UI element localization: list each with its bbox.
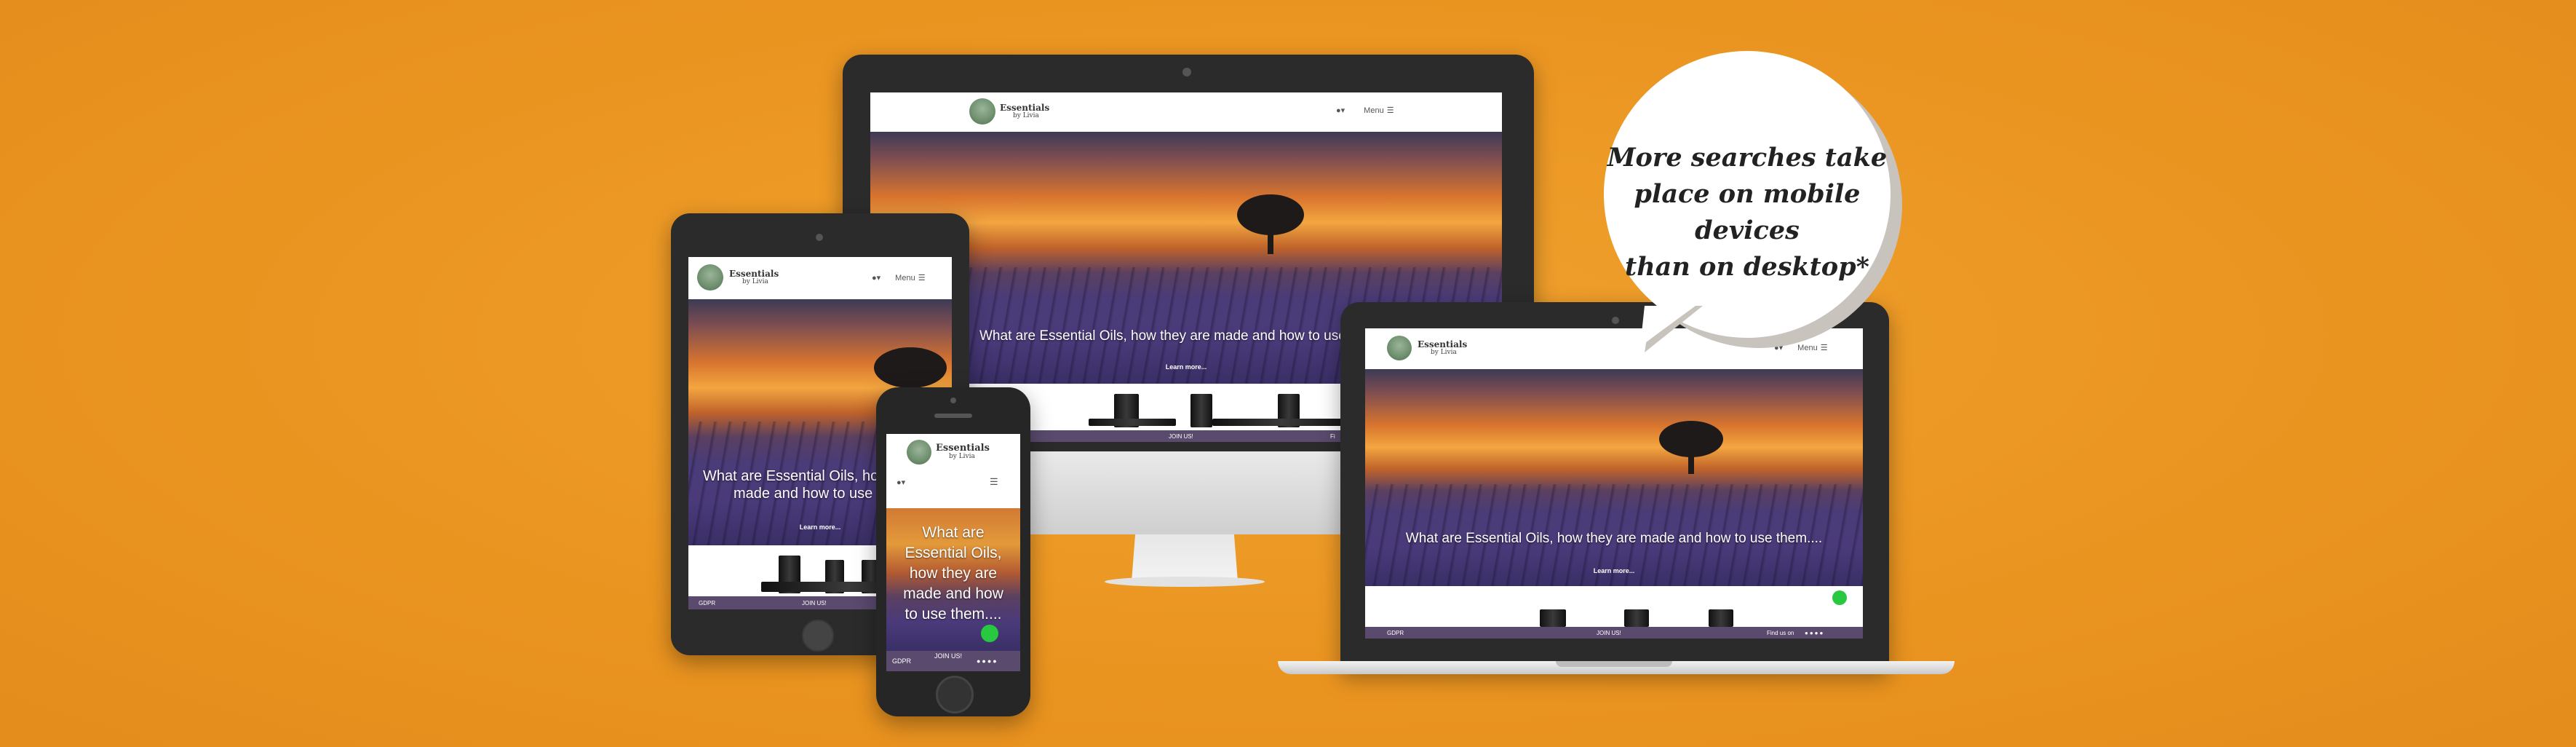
logo-tree-icon (907, 440, 931, 465)
phone-screen: Essentials by Livia ●▾ ☰ What are Essent… (886, 434, 1020, 671)
footer-gdpr[interactable]: GDPR (1387, 630, 1404, 636)
hero-banner: What are Essential Oils, how they are ma… (886, 508, 1020, 651)
hamburger-icon[interactable]: ☰ (918, 273, 926, 282)
hero-heading: What are Essential Oils, how they are ma… (1405, 531, 1823, 546)
speaker (934, 414, 972, 418)
user-icon[interactable]: ●▾ (872, 273, 880, 282)
footer-gdpr[interactable]: GDPR (699, 600, 715, 606)
site-footer: GDPR JOIN US! ●●●● (886, 651, 1020, 671)
header-controls: ●▾ Menu ☰ (1336, 106, 1394, 116)
logo-tree-icon (969, 98, 995, 125)
header-controls: ●▾ Menu ☰ (872, 273, 926, 283)
menu-control[interactable]: ☰ (990, 476, 998, 488)
hero-banner: What are Essential Oils, how they are ma… (1365, 369, 1863, 586)
hamburger-icon[interactable]: ☰ (990, 476, 998, 488)
footer-gdpr[interactable]: GDPR (892, 657, 911, 665)
monitor-base (1105, 577, 1265, 587)
hamburger-icon[interactable]: ☰ (1387, 106, 1394, 115)
whatsapp-icon[interactable] (981, 625, 998, 642)
brand-name: Essentials (729, 268, 779, 279)
callout-tail (1640, 306, 1703, 352)
site-logo[interactable]: Essentials by Livia (969, 98, 1049, 125)
home-button-icon[interactable] (936, 676, 974, 714)
site-logo[interactable]: Essentials by Livia (907, 440, 990, 465)
learn-more-link[interactable]: Learn more... (1594, 567, 1635, 574)
brand-sub: by Livia (949, 453, 975, 461)
social-icons[interactable]: ●●●● (1805, 630, 1824, 636)
callout-text: More searches take place on mobile devic… (1604, 140, 1891, 285)
callout-line1: More searches take (1607, 143, 1888, 173)
hero-heading: What are Essential Oils, how they are ma… (903, 524, 1003, 622)
camera-icon (1612, 317, 1619, 324)
laptop-screen: Essentials by Livia ●▾ Menu ☰ What are E… (1365, 328, 1863, 639)
footer-join[interactable]: JOIN US! (1169, 433, 1193, 440)
tree-icon (1659, 421, 1723, 474)
camera-icon (1182, 68, 1191, 76)
user-icon[interactable]: ●▾ (897, 478, 905, 487)
camera-icon (950, 398, 956, 403)
menu-label[interactable]: Menu (895, 274, 915, 282)
callout-line2: place on mobile devices (1634, 179, 1861, 245)
product-strip (1365, 586, 1863, 627)
brand-sub: by Livia (1431, 348, 1457, 356)
whatsapp-icon[interactable] (1832, 590, 1847, 605)
footer-join[interactable]: JOIN US! (1597, 630, 1621, 636)
site-header: Essentials by Livia ●▾ ☰ (886, 434, 1020, 509)
hamburger-icon[interactable]: ☰ (1821, 343, 1828, 352)
footer-find: Find us on (1767, 629, 1794, 636)
social-icons[interactable]: ●●●● (977, 657, 998, 665)
site-header: Essentials by Livia ●▾ Menu ☰ (1365, 328, 1863, 370)
header-controls: ●▾ Menu ☰ (1774, 343, 1828, 353)
brand-name: Essentials (1000, 102, 1050, 113)
footer-join[interactable]: JOIN US! (934, 652, 962, 660)
laptop-notch (1556, 661, 1672, 667)
tree-icon (1237, 194, 1304, 254)
site-logo[interactable]: Essentials by Livia (1387, 336, 1467, 360)
learn-more-link[interactable]: Learn more... (1166, 363, 1207, 371)
site-header: Essentials by Livia ●▾ Menu ☰ (870, 92, 1502, 133)
site-header: Essentials by Livia ●▾ Menu ☰ (688, 257, 952, 300)
menu-label[interactable]: Menu (1364, 106, 1384, 115)
learn-more-link[interactable]: Learn more... (800, 523, 841, 531)
brand-name: Essentials (1418, 339, 1468, 349)
home-button-icon[interactable] (802, 620, 834, 652)
user-icon[interactable]: ●▾ (1774, 343, 1783, 352)
brand-sub: by Livia (1013, 111, 1039, 119)
laptop: Essentials by Livia ●▾ Menu ☰ What are E… (1340, 302, 1889, 671)
site-footer: GDPR JOIN US! Find us on ●●●● (1365, 627, 1863, 639)
footer-join[interactable]: JOIN US! (802, 600, 827, 606)
site-logo[interactable]: Essentials by Livia (697, 264, 779, 290)
footer-find-short: Fi (1330, 432, 1335, 440)
menu-label[interactable]: Menu (1797, 344, 1818, 352)
camera-icon (816, 234, 823, 241)
logo-tree-icon (1387, 336, 1412, 360)
brand-sub: by Livia (742, 277, 768, 285)
user-icon[interactable]: ●▾ (1336, 106, 1345, 115)
callout-line3: than on desktop* (1625, 252, 1869, 282)
logo-tree-icon (697, 264, 723, 290)
phone: Essentials by Livia ●▾ ☰ What are Essent… (876, 387, 1030, 716)
user-control[interactable]: ●▾ (897, 478, 905, 487)
